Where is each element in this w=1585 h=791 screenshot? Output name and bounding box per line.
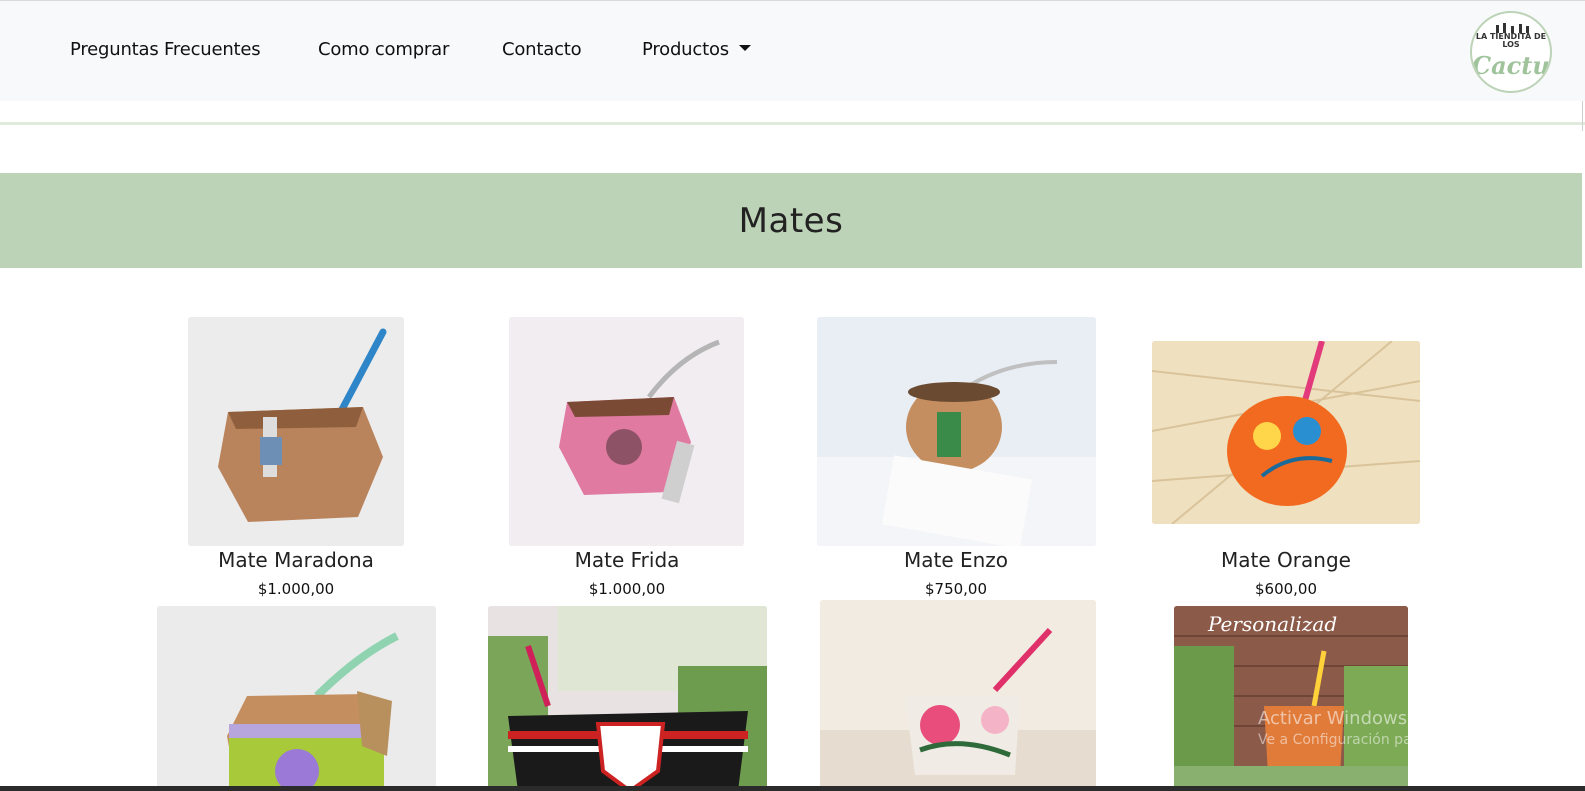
product-name[interactable]: Mate Enzo — [806, 548, 1106, 572]
logo-top-text: LA TIENDITA DE LOS — [1475, 32, 1547, 49]
nav-link-contacto[interactable]: Contacto — [502, 39, 582, 60]
product-price: $1.000,00 — [588, 580, 666, 598]
divider — [0, 122, 1585, 125]
product-image-mate-maradona[interactable] — [188, 317, 404, 546]
mate-enzo-picture — [817, 317, 1096, 546]
mate-flower-picture — [157, 606, 436, 791]
logo-main-text: Cactus — [1472, 51, 1550, 80]
product-image[interactable]: Personalizad — [1174, 606, 1408, 791]
product-image[interactable] — [488, 606, 767, 791]
taskbar-edge — [0, 786, 1585, 791]
mate-river-plate-picture — [488, 606, 767, 791]
personalizado-overlay-text: Personalizad — [1208, 612, 1338, 636]
mate-orange-picture — [1152, 341, 1420, 524]
product-price: $750,00 — [924, 580, 988, 598]
product-name[interactable]: Mate Maradona — [146, 548, 446, 572]
mate-floral-picture — [820, 600, 1096, 791]
product-price: $1.000,00 — [257, 580, 335, 598]
mate-maradona-picture — [188, 317, 404, 546]
product-image-mate-frida[interactable] — [509, 317, 744, 546]
product-image-mate-enzo[interactable] — [817, 317, 1096, 546]
windows-activation-watermark: Activar Windows — [1258, 708, 1408, 729]
navbar: Preguntas Frecuentes Como comprar Contac… — [0, 0, 1585, 101]
mate-frida-picture — [509, 317, 744, 546]
category-banner: Mates — [0, 173, 1582, 268]
brand-logo[interactable]: LA TIENDITA DE LOS Cactus — [1470, 11, 1552, 93]
product-price: $600,00 — [1254, 580, 1318, 598]
product-name[interactable]: Mate Orange — [1136, 548, 1436, 572]
windows-activation-subtext: Ve a Configuración para activar Windows. — [1258, 732, 1551, 748]
product-name[interactable]: Mate Frida — [477, 548, 777, 572]
product-image[interactable] — [157, 606, 436, 791]
product-image-mate-orange[interactable] — [1152, 341, 1420, 524]
nav-link-como-comprar[interactable]: Como comprar — [318, 39, 449, 60]
page-title: Mates — [738, 201, 844, 241]
product-image[interactable] — [820, 600, 1096, 791]
caret-down-icon — [738, 45, 751, 51]
divider — [1582, 101, 1583, 131]
nav-link-preguntas-frecuentes[interactable]: Preguntas Frecuentes — [70, 39, 261, 60]
nav-dropdown-productos-label: Productos — [642, 39, 729, 60]
nav-dropdown-productos[interactable]: Productos — [642, 39, 751, 60]
